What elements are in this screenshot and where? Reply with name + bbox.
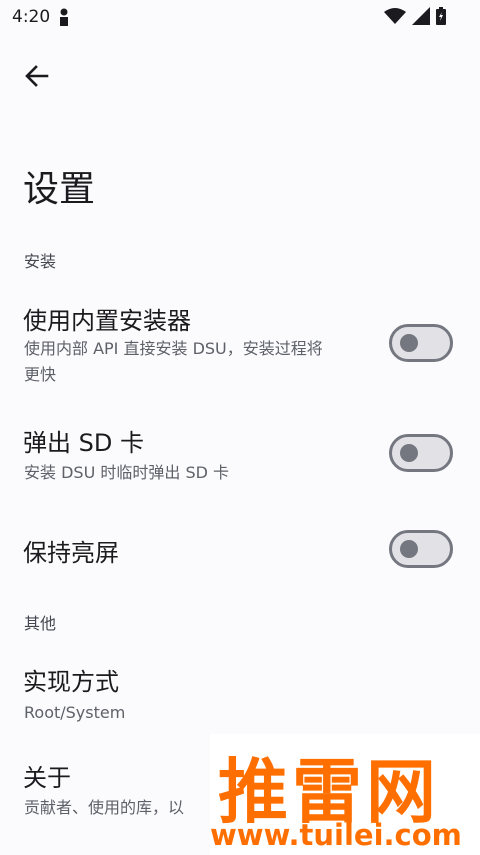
internal-installer-switch[interactable] [389,324,453,362]
about-title: 关于 [23,764,71,792]
page-title: 设置 [23,169,96,210]
person-icon [58,8,70,30]
about-subtitle: 贡献者、使用的库，以 [24,798,185,817]
keep-screen-on-title: 保持亮屏 [23,539,119,567]
signal-icon [412,7,430,29]
section-header-install: 安装 [24,252,57,271]
watermark-url: www.tuilei.com [210,818,462,852]
switch-thumb [400,540,418,558]
back-button[interactable] [22,61,52,91]
switch-thumb [400,334,418,352]
internal-installer-subtitle-line1: 使用内部 API 直接安装 DSU，安装过程将 [24,339,323,358]
eject-sd-title: 弹出 SD 卡 [23,429,144,457]
eject-sd-item[interactable]: 弹出 SD 卡 安装 DSU 时临时弹出 SD 卡 [0,415,480,495]
section-header-other: 其他 [24,614,57,633]
implementation-title: 实现方式 [23,668,119,696]
switch-thumb [400,444,418,462]
implementation-item[interactable]: 实现方式 Root/System [0,650,480,730]
wifi-icon [384,7,406,29]
watermark: 推雷网 www.tuilei.com [210,734,480,855]
status-icons [384,7,446,29]
internal-installer-title: 使用内置安装器 [23,307,191,335]
status-bar: 4:20 [0,0,480,34]
eject-sd-subtitle: 安装 DSU 时临时弹出 SD 卡 [24,463,230,482]
eject-sd-switch[interactable] [389,434,453,472]
internal-installer-item[interactable]: 使用内置安装器 使用内部 API 直接安装 DSU，安装过程将 更快 [0,295,480,395]
implementation-subtitle: Root/System [24,703,126,722]
keep-screen-on-item[interactable]: 保持亮屏 [0,515,480,585]
status-time: 4:20 [12,7,51,27]
arrow-back-icon [25,65,49,87]
internal-installer-subtitle-line2: 更快 [24,365,57,384]
battery-icon [436,7,446,29]
keep-screen-on-switch[interactable] [389,530,453,568]
